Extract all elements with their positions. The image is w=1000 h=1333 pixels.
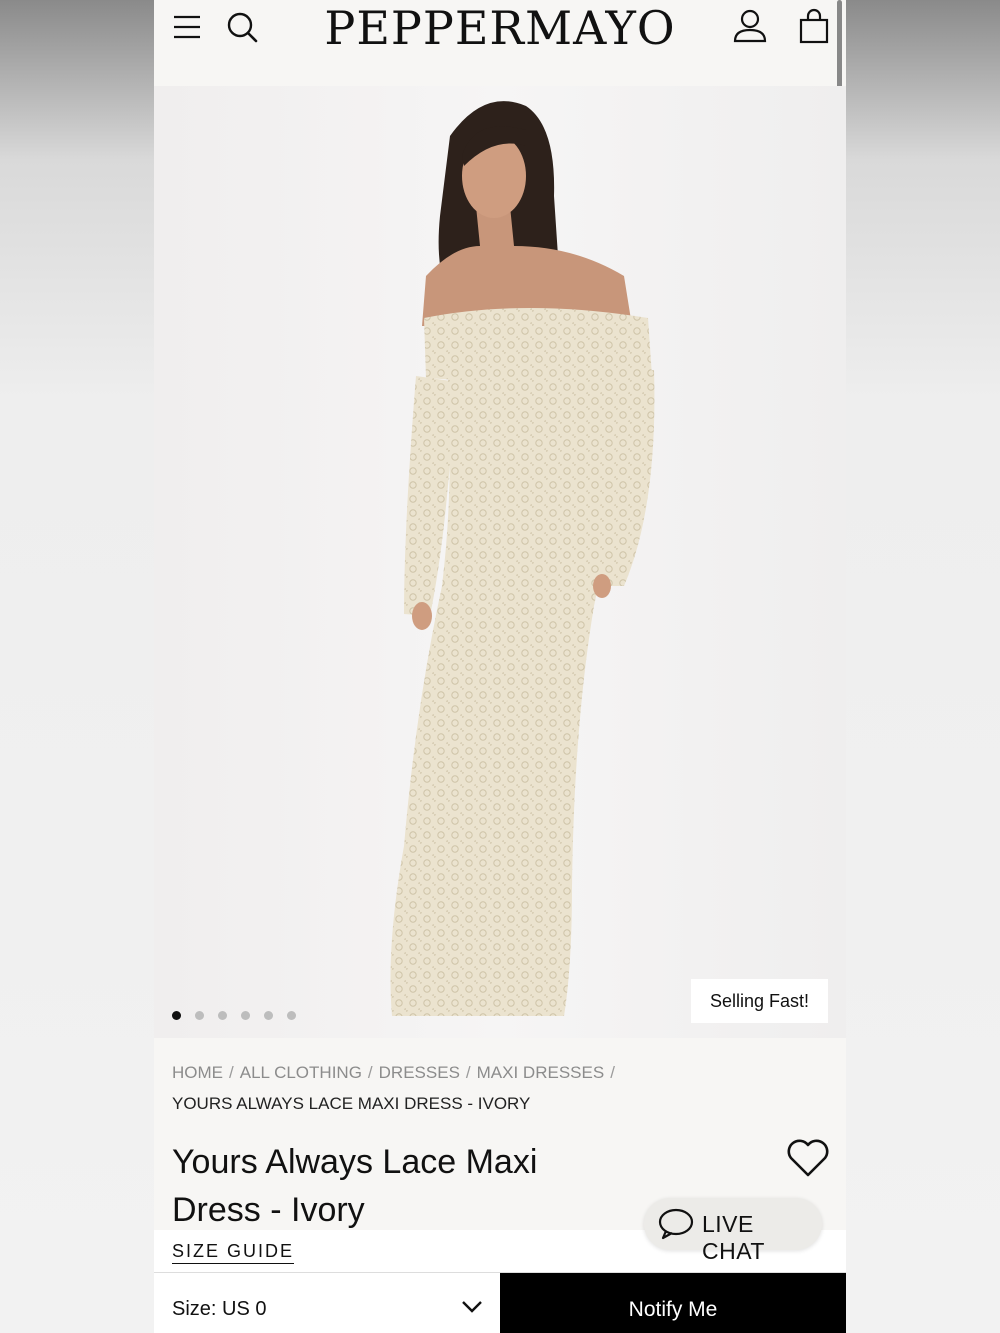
breadcrumb-maxi-dresses[interactable]: MAXI DRESSES	[477, 1063, 605, 1082]
menu-icon[interactable]	[172, 12, 202, 42]
account-icon[interactable]	[732, 8, 768, 44]
product-title-line: Yours Always Lace Maxi	[172, 1143, 538, 1181]
breadcrumb-separator: /	[367, 1063, 373, 1082]
brand-logo[interactable]: PEPPERMAYO	[314, 2, 686, 54]
chevron-down-icon	[462, 1301, 482, 1313]
notify-me-button[interactable]: Notify Me	[500, 1273, 846, 1333]
chat-bubble-icon	[658, 1208, 694, 1240]
live-chat-button[interactable]: LIVE CHAT	[644, 1198, 822, 1264]
product-image[interactable]: Selling Fast!	[154, 86, 846, 1038]
breadcrumb-separator: /	[465, 1063, 471, 1082]
carousel-dot[interactable]	[218, 1011, 227, 1020]
live-chat-label: LIVE CHAT	[702, 1211, 765, 1264]
breadcrumb-separator: /	[610, 1063, 615, 1082]
notify-me-label: Notify Me	[628, 1298, 718, 1321]
breadcrumb-all-clothing[interactable]: ALL CLOTHING	[240, 1063, 362, 1082]
bag-icon[interactable]	[798, 8, 830, 44]
carousel-dot[interactable]	[241, 1011, 250, 1020]
breadcrumb-current: YOURS ALWAYS LACE MAXI DRESS - IVORY	[172, 1094, 531, 1113]
selling-fast-badge: Selling Fast!	[691, 979, 828, 1023]
size-select[interactable]: Size: US 0	[154, 1273, 500, 1333]
carousel-dots[interactable]	[172, 1011, 296, 1021]
breadcrumb: HOME / ALL CLOTHING / DRESSES / MAXI DRESSES / …	[172, 1062, 812, 1115]
size-select-value: Size: US 0	[172, 1298, 267, 1320]
model-photo	[154, 86, 846, 1038]
carousel-dot[interactable]	[264, 1011, 273, 1020]
product-page: PEPPERMAYO Selling Fast! HOME / ALL CLOT…	[154, 0, 846, 1333]
search-icon[interactable]	[226, 10, 260, 44]
heart-icon[interactable]	[786, 1138, 830, 1178]
purchase-bar: Size: US 0 Notify Me	[154, 1272, 846, 1333]
breadcrumb-home[interactable]: HOME	[172, 1063, 223, 1082]
breadcrumb-separator: /	[229, 1063, 234, 1082]
breadcrumb-dresses[interactable]: DRESSES	[379, 1063, 460, 1082]
product-title-line: Dress - Ivory	[172, 1191, 365, 1229]
product-title: Yours Always Lace Maxi Dress - Ivory	[172, 1138, 592, 1234]
size-guide-link[interactable]: SIZE GUIDE	[172, 1240, 295, 1264]
carousel-dot[interactable]	[195, 1011, 204, 1020]
carousel-dot[interactable]	[172, 1011, 181, 1020]
site-header: PEPPERMAYO	[154, 0, 846, 114]
carousel-dot[interactable]	[287, 1011, 296, 1020]
